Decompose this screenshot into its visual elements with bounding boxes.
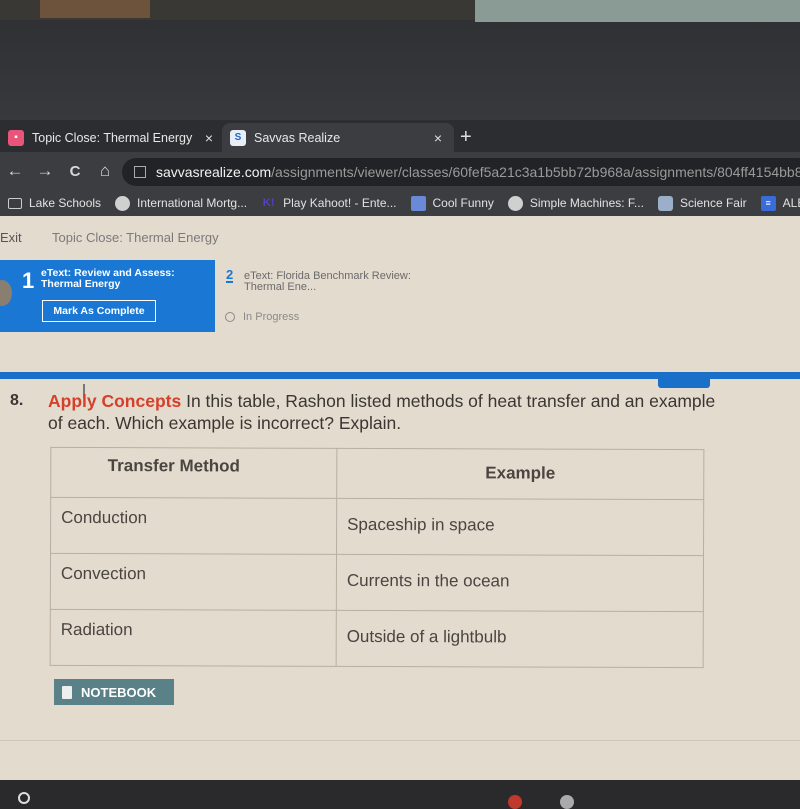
- question-text: Apply Concepts In this table, Rashon lis…: [48, 390, 728, 434]
- bookmark-cool-funny[interactable]: Cool Funny: [410, 195, 494, 211]
- app-icon[interactable]: [560, 795, 574, 809]
- app-icon[interactable]: [508, 795, 522, 809]
- globe-icon: [115, 195, 131, 211]
- table-row: Radiation Outside of a lightbulb: [50, 609, 704, 668]
- tab-savvas-realize[interactable]: S Savvas Realize ×: [222, 123, 454, 152]
- launcher-icon[interactable]: [18, 792, 30, 804]
- close-icon[interactable]: ×: [205, 130, 213, 146]
- bookmark-kahoot[interactable]: K! Play Kahoot! - Ente...: [261, 196, 397, 211]
- bookmark-label: Simple Machines: F...: [529, 196, 644, 210]
- status-text: In Progress: [243, 311, 300, 323]
- example-cell: Outside of a lightbulb: [336, 610, 704, 668]
- bookmark-label: ALEXA: [782, 196, 800, 210]
- bookmark-label: Play Kahoot! - Ente...: [283, 196, 397, 210]
- address-bar[interactable]: savvasrealize.com /assignments/viewer/cl…: [122, 158, 800, 186]
- doc-icon: ≡: [760, 195, 776, 211]
- bookmark-simple-machines[interactable]: Simple Machines: F...: [507, 195, 644, 211]
- table-row: Conduction Spaceship in space: [50, 497, 704, 556]
- notebook-button[interactable]: NOTEBOOK: [54, 679, 174, 705]
- background-photo: [0, 0, 800, 22]
- footer-divider: [0, 740, 800, 741]
- step-status: In Progress: [225, 311, 299, 323]
- exit-link[interactable]: Exit: [0, 230, 22, 245]
- back-button[interactable]: ←: [0, 161, 30, 181]
- header-transfer-method: Transfer Method: [50, 447, 337, 499]
- home-button[interactable]: ⌂: [90, 161, 120, 181]
- method-cell: Radiation: [50, 609, 337, 667]
- question-concept: Apply Concepts: [48, 391, 182, 411]
- bookmark-label: Cool Funny: [432, 196, 494, 210]
- tab-title: Topic Close: Thermal Energy: [32, 130, 193, 145]
- example-cell: Spaceship in space: [336, 498, 704, 556]
- example-cell: Currents in the ocean: [336, 554, 704, 612]
- url-domain: savvasrealize.com: [156, 164, 272, 180]
- step-label: eText: Review and Assess: Thermal Energy: [41, 267, 175, 290]
- table-row: Convection Currents in the ocean: [50, 553, 704, 612]
- bookmark-international-mortgage[interactable]: International Mortg...: [115, 195, 248, 211]
- tab-title: Savvas Realize: [254, 130, 341, 145]
- bookmark-label: Science Fair: [679, 196, 747, 210]
- url-path: /assignments/viewer/classes/60fef5a21c3a…: [271, 164, 800, 180]
- step-label: eText: Florida Benchmark Review: Thermal…: [244, 270, 411, 293]
- step-1[interactable]: 1 eText: Review and Assess: Thermal Ener…: [0, 260, 215, 332]
- bookmark-lake-schools[interactable]: Lake Schools: [8, 196, 101, 210]
- bookmark-icon: [410, 195, 426, 211]
- reload-button[interactable]: C: [60, 163, 90, 180]
- browser-toolbar: ← → C ⌂ savvasrealize.com /assignments/v…: [0, 152, 800, 190]
- bookmark-label: Lake Schools: [29, 196, 102, 210]
- assignment-steps: 1 eText: Review and Assess: Thermal Ener…: [0, 258, 800, 388]
- bookmark-alexa[interactable]: ≡ ALEXA: [760, 195, 800, 211]
- assignment-page: Exit Topic Close: Thermal Energy 1 eText…: [0, 216, 800, 780]
- os-taskbar: [0, 780, 800, 809]
- heat-transfer-table: Transfer Method Example Conduction Space…: [50, 447, 705, 668]
- bookmark-science-fair[interactable]: Science Fair: [657, 195, 747, 211]
- kahoot-icon: K!: [262, 197, 275, 209]
- page-title: Topic Close: Thermal Energy: [52, 230, 219, 245]
- notebook-label: NOTEBOOK: [81, 684, 157, 700]
- drawer-handle[interactable]: [658, 378, 710, 388]
- table-header-row: Transfer Method Example: [50, 447, 704, 500]
- step-number: 1: [22, 268, 35, 293]
- bookmark-label: International Mortg...: [137, 196, 248, 210]
- clock-icon: [225, 312, 235, 322]
- mark-as-complete-button[interactable]: Mark As Complete: [42, 300, 156, 322]
- step-number: 2: [226, 267, 234, 283]
- science-icon: [657, 195, 673, 211]
- site-info-icon[interactable]: [134, 166, 146, 178]
- new-tab-button[interactable]: +: [460, 126, 472, 149]
- bookmarks-bar: Lake Schools International Mortg... K! Pl…: [0, 190, 800, 216]
- method-cell: Convection: [50, 553, 337, 611]
- question-number: 8.: [10, 392, 24, 409]
- globe-icon: [507, 195, 523, 211]
- tab-topic-close[interactable]: ▪ Topic Close: Thermal Energy ×: [0, 123, 225, 152]
- browser-tabstrip: ▪ Topic Close: Thermal Energy × S Savvas…: [0, 120, 800, 152]
- close-icon[interactable]: ×: [434, 130, 442, 146]
- step-2[interactable]: 2 eText: Florida Benchmark Review: Therm…: [215, 260, 800, 332]
- forward-button[interactable]: →: [30, 161, 60, 181]
- folder-icon: [8, 197, 22, 209]
- notebook-icon: [62, 685, 72, 699]
- classroom-icon: ▪: [8, 129, 24, 146]
- header-example: Example: [336, 448, 704, 500]
- method-cell: Conduction: [50, 497, 337, 555]
- savvas-icon: S: [230, 129, 246, 146]
